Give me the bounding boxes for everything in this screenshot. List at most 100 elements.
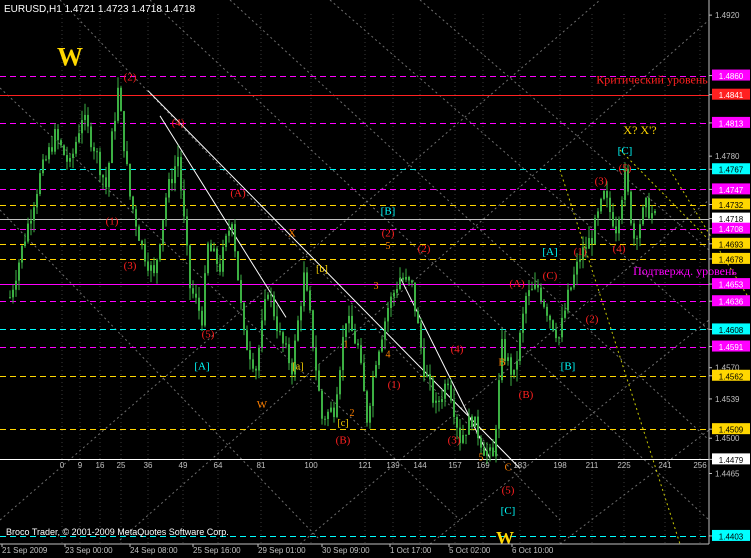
- price-bar-body: [273, 295, 275, 317]
- wave-label: [c]: [337, 418, 348, 429]
- price-bar-body: [372, 377, 374, 406]
- price-bar-body: [495, 428, 497, 457]
- price-bar-body: [648, 197, 650, 219]
- level-annotation: Подтвержд. уровень: [633, 264, 737, 278]
- price-bar-body: [336, 394, 338, 418]
- wave-label: W: [496, 528, 514, 548]
- price-bar-body: [87, 114, 89, 127]
- price-bar-body: [447, 383, 449, 386]
- price-bar-body: [111, 131, 113, 164]
- wave-label: 5: [386, 241, 391, 252]
- price-bar-body: [231, 224, 233, 231]
- price-badge-label: 1.4591: [719, 343, 744, 352]
- wave-label: (5): [502, 485, 515, 497]
- price-bar-body: [615, 226, 617, 234]
- price-bar-body: [120, 87, 122, 112]
- price-bar-body: [102, 175, 104, 178]
- price-bar-body: [90, 126, 92, 148]
- price-bar-body: [609, 197, 611, 213]
- price-badge-label: 1.4562: [719, 372, 744, 381]
- price-bar-body: [456, 416, 458, 428]
- price-bar-body: [528, 290, 530, 297]
- price-bar-body: [249, 350, 251, 360]
- price-bar-body: [60, 140, 62, 146]
- price-bar-body: [330, 407, 332, 412]
- price-bar-body: [594, 217, 596, 245]
- bar-index-label: 198: [553, 461, 567, 470]
- price-bar-body: [399, 277, 401, 290]
- price-bar-body: [531, 288, 533, 291]
- price-bar-body: [36, 194, 38, 208]
- price-bar-body: [141, 240, 143, 245]
- price-bar-body: [489, 447, 491, 451]
- price-chart[interactable]: 0916253649648110012113914415716918319821…: [0, 0, 751, 558]
- price-bar-body: [177, 156, 179, 167]
- price-bar-body: [72, 153, 74, 158]
- price-bar-body: [549, 315, 551, 321]
- price-bar-body: [348, 315, 350, 324]
- time-tick-label: 5 Oct 02:00: [449, 546, 491, 555]
- wave-label: (2): [586, 313, 599, 325]
- price-bar-body: [243, 302, 245, 331]
- price-bar-body: [645, 197, 647, 208]
- price-badge-label: 1.4678: [719, 255, 744, 264]
- bar-index-label: 144: [413, 461, 427, 470]
- price-bar-body: [246, 330, 248, 351]
- time-tick-label: 6 Oct 10:00: [512, 546, 554, 555]
- bar-index-label: 9: [78, 461, 83, 470]
- price-bar-body: [147, 261, 149, 271]
- price-bar-body: [468, 416, 470, 435]
- price-bar-body: [369, 405, 371, 423]
- price-bar-body: [180, 156, 182, 191]
- price-bar-body: [312, 310, 314, 348]
- wave-label: [A]: [194, 361, 209, 373]
- price-bar-body: [189, 245, 191, 289]
- price-tick-label: 1.4539: [715, 395, 740, 404]
- price-bar-body: [357, 343, 359, 346]
- price-bar-body: [387, 307, 389, 322]
- price-bar-body: [135, 209, 137, 227]
- price-bar-body: [27, 223, 29, 242]
- price-bar-body: [381, 339, 383, 352]
- price-bar-body: [126, 151, 128, 165]
- price-bar-body: [165, 197, 167, 221]
- price-bar-body: [477, 416, 479, 439]
- bar-index-label: 81: [257, 461, 266, 470]
- bar-index-label: 36: [144, 461, 153, 470]
- price-bar-body: [384, 321, 386, 340]
- price-bar-body: [393, 292, 395, 297]
- price-bar-body: [183, 190, 185, 217]
- price-badge-label: 1.4608: [719, 326, 744, 335]
- wave-label: 1: [344, 340, 349, 351]
- wave-label: [C]: [618, 145, 633, 157]
- price-bar-body: [405, 276, 407, 280]
- price-bar-body: [192, 288, 194, 294]
- wave-label: (B): [519, 389, 534, 401]
- price-bar-body: [339, 370, 341, 395]
- price-bar-body: [651, 213, 653, 219]
- price-bar-body: [522, 313, 524, 333]
- price-bar-body: [516, 360, 518, 370]
- price-bar-body: [633, 223, 635, 239]
- price-bar-body: [492, 447, 494, 457]
- price-bar-body: [69, 157, 71, 162]
- copyright-text: Broco Trader, © 2001-2009 MetaQuotes Sof…: [6, 527, 229, 537]
- price-badge-label: 1.4747: [719, 186, 744, 195]
- price-bar-body: [84, 114, 86, 121]
- price-bar-body: [390, 296, 392, 308]
- price-bar-body: [555, 329, 557, 339]
- chart-title: EURUSD,H1 1.4721 1.4723 1.4718 1.4718: [4, 4, 196, 15]
- price-badge-label: 1.4732: [719, 201, 744, 210]
- price-bar-body: [438, 400, 440, 403]
- price-bar-body: [210, 243, 212, 252]
- wave-label: B: [498, 357, 505, 369]
- price-bar-body: [540, 287, 542, 302]
- bar-index-label: 49: [179, 461, 188, 470]
- price-bar-body: [498, 380, 500, 429]
- price-bar-body: [414, 282, 416, 312]
- price-bar-body: [156, 259, 158, 274]
- price-bar-body: [228, 230, 230, 236]
- wave-label: (1): [106, 216, 119, 228]
- price-bar-body: [324, 418, 326, 420]
- price-tick-label: 1.4780: [715, 152, 740, 161]
